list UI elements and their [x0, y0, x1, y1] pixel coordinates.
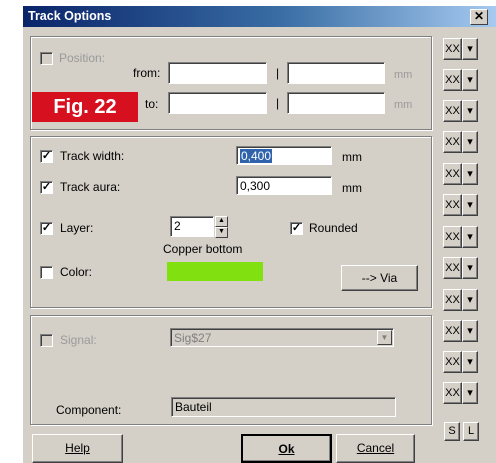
to-label: to: — [145, 97, 159, 111]
ok-button[interactable]: Ok — [241, 434, 332, 463]
wire-style-dropdown-10-icon[interactable]: ▾ — [462, 320, 478, 342]
s-button[interactable]: S — [444, 422, 460, 441]
layer-checkbox[interactable]: ✓ — [40, 222, 53, 235]
rounded-label: Rounded — [309, 221, 358, 235]
via-button[interactable]: --> Via — [341, 265, 418, 291]
from-label: from: — [133, 66, 161, 80]
wire-style-button-3[interactable]: XX — [443, 100, 462, 122]
wire-style-button-5[interactable]: XX — [443, 163, 462, 185]
wire-style-button-12[interactable]: XX — [443, 382, 462, 404]
wire-style-button-4[interactable]: XX — [443, 131, 462, 153]
layer-label: Layer: — [60, 221, 94, 235]
wire-style-button-9[interactable]: XX — [443, 289, 462, 311]
to-x-input[interactable] — [168, 92, 267, 114]
wire-style-dropdown-6-icon[interactable]: ▾ — [462, 194, 478, 216]
wire-style-button-10[interactable]: XX — [443, 320, 462, 342]
track-width-input[interactable]: 0,400 — [236, 146, 332, 165]
wire-style-dropdown-7-icon[interactable]: ▾ — [462, 226, 478, 248]
ok-label: Ok — [278, 442, 295, 456]
color-checkbox[interactable] — [40, 266, 53, 279]
track-aura-input[interactable]: 0,300 — [236, 176, 332, 195]
wire-style-dropdown-4-icon[interactable]: ▾ — [462, 131, 478, 153]
wire-style-button-11[interactable]: XX — [443, 351, 462, 373]
component-label: Component: — [56, 403, 122, 417]
from-separator: | — [276, 66, 280, 80]
track-aura-unit: mm — [342, 181, 362, 195]
wire-style-button-6[interactable]: XX — [443, 194, 462, 216]
cancel-button[interactable]: Cancel — [336, 434, 415, 463]
rounded-checkbox[interactable]: ✓ — [290, 222, 303, 235]
l-button[interactable]: L — [463, 422, 479, 441]
component-field: Bauteil — [171, 397, 396, 417]
track-width-value: 0,400 — [240, 149, 273, 163]
wire-style-dropdown-9-icon[interactable]: ▾ — [462, 289, 478, 311]
color-label: Color: — [60, 265, 93, 279]
layer-spin-up-icon[interactable]: ▲ — [215, 216, 228, 227]
from-x-input[interactable] — [168, 62, 267, 84]
from-y-input[interactable] — [287, 62, 385, 84]
cancel-label: Cancel — [356, 441, 395, 455]
to-separator: | — [276, 96, 280, 110]
wire-style-dropdown-2-icon[interactable]: ▾ — [462, 69, 478, 91]
color-swatch[interactable] — [167, 262, 263, 281]
position-checkbox[interactable] — [40, 52, 53, 65]
figure-badge: Fig. 22 — [32, 92, 138, 122]
wire-style-button-7[interactable]: XX — [443, 226, 462, 248]
help-label: Help — [65, 441, 90, 455]
track-width-checkbox[interactable]: ✓ — [40, 150, 53, 163]
wire-style-dropdown-1-icon[interactable]: ▾ — [462, 38, 478, 60]
wire-style-dropdown-5-icon[interactable]: ▾ — [462, 163, 478, 185]
wire-style-dropdown-8-icon[interactable]: ▾ — [462, 257, 478, 279]
wire-style-dropdown-11-icon[interactable]: ▾ — [462, 351, 478, 373]
position-label: Position: — [59, 51, 106, 65]
signal-checkbox[interactable] — [40, 334, 53, 347]
to-y-input[interactable] — [287, 92, 385, 114]
to-unit: mm — [394, 99, 413, 111]
layer-spin-down-icon[interactable]: ▼ — [215, 227, 228, 238]
signal-label: Signal: — [60, 333, 97, 347]
signal-dropdown-icon[interactable]: ▼ — [377, 330, 392, 345]
layer-description: Copper bottom — [163, 242, 243, 256]
from-unit: mm — [394, 69, 413, 81]
wire-style-button-1[interactable]: XX — [443, 38, 462, 60]
track-width-unit: mm — [342, 150, 362, 164]
wire-style-dropdown-3-icon[interactable]: ▾ — [462, 100, 478, 122]
wire-style-button-2[interactable]: XX — [443, 69, 462, 91]
close-button[interactable]: ✕ — [470, 9, 488, 25]
track-width-label: Track width: — [60, 149, 125, 163]
signal-select[interactable]: Sig$27 — [170, 328, 394, 347]
track-aura-label: Track aura: — [60, 180, 121, 194]
track-aura-checkbox[interactable]: ✓ — [40, 181, 53, 194]
wire-style-dropdown-12-icon[interactable]: ▾ — [462, 382, 478, 404]
help-button[interactable]: Help — [32, 434, 123, 463]
dialog-title: Track Options — [28, 9, 112, 23]
wire-style-button-8[interactable]: XX — [443, 257, 462, 279]
layer-input[interactable]: 2 — [170, 216, 214, 237]
